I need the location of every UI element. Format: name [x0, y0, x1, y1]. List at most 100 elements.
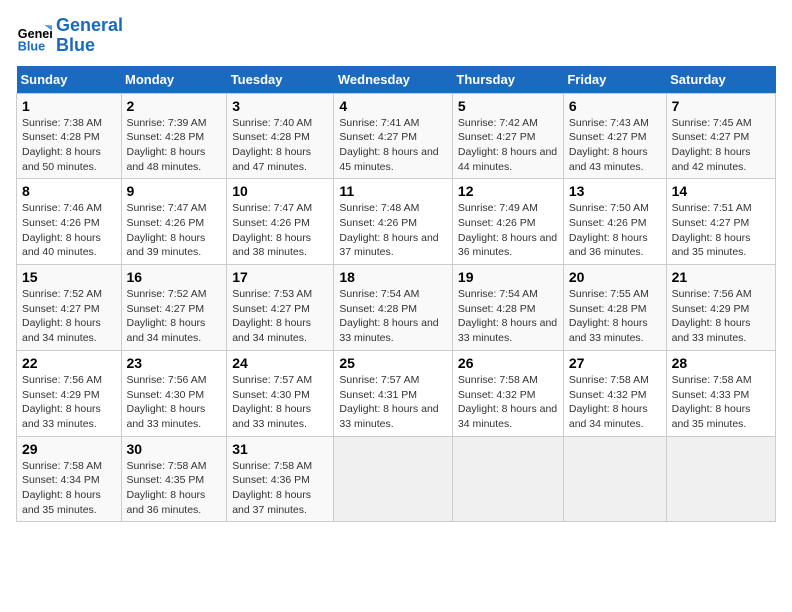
day-number: 24 [232, 355, 328, 371]
calendar-cell: 16 Sunrise: 7:52 AM Sunset: 4:27 PM Dayl… [121, 265, 227, 351]
day-info: Sunrise: 7:40 AM Sunset: 4:28 PM Dayligh… [232, 116, 328, 175]
day-number: 17 [232, 269, 328, 285]
col-header-saturday: Saturday [666, 66, 775, 94]
calendar-cell: 25 Sunrise: 7:57 AM Sunset: 4:31 PM Dayl… [334, 350, 453, 436]
day-info: Sunrise: 7:58 AM Sunset: 4:33 PM Dayligh… [672, 373, 770, 432]
day-info: Sunrise: 7:56 AM Sunset: 4:30 PM Dayligh… [127, 373, 222, 432]
day-info: Sunrise: 7:52 AM Sunset: 4:27 PM Dayligh… [127, 287, 222, 346]
day-number: 7 [672, 98, 770, 114]
day-number: 1 [22, 98, 116, 114]
calendar-cell: 8 Sunrise: 7:46 AM Sunset: 4:26 PM Dayli… [17, 179, 122, 265]
col-header-tuesday: Tuesday [227, 66, 334, 94]
col-header-sunday: Sunday [17, 66, 122, 94]
day-info: Sunrise: 7:55 AM Sunset: 4:28 PM Dayligh… [569, 287, 661, 346]
day-number: 11 [339, 183, 447, 199]
calendar-cell: 30 Sunrise: 7:58 AM Sunset: 4:35 PM Dayl… [121, 436, 227, 522]
day-info: Sunrise: 7:42 AM Sunset: 4:27 PM Dayligh… [458, 116, 558, 175]
calendar-cell: 27 Sunrise: 7:58 AM Sunset: 4:32 PM Dayl… [563, 350, 666, 436]
day-info: Sunrise: 7:58 AM Sunset: 4:32 PM Dayligh… [458, 373, 558, 432]
calendar-cell: 13 Sunrise: 7:50 AM Sunset: 4:26 PM Dayl… [563, 179, 666, 265]
logo-text: GeneralBlue [56, 16, 123, 56]
calendar-cell: 2 Sunrise: 7:39 AM Sunset: 4:28 PM Dayli… [121, 93, 227, 179]
calendar-cell: 31 Sunrise: 7:58 AM Sunset: 4:36 PM Dayl… [227, 436, 334, 522]
calendar-cell: 19 Sunrise: 7:54 AM Sunset: 4:28 PM Dayl… [452, 265, 563, 351]
day-number: 25 [339, 355, 447, 371]
calendar-cell: 12 Sunrise: 7:49 AM Sunset: 4:26 PM Dayl… [452, 179, 563, 265]
day-number: 6 [569, 98, 661, 114]
week-row: 29 Sunrise: 7:58 AM Sunset: 4:34 PM Dayl… [17, 436, 776, 522]
week-row: 22 Sunrise: 7:56 AM Sunset: 4:29 PM Dayl… [17, 350, 776, 436]
calendar-cell: 29 Sunrise: 7:58 AM Sunset: 4:34 PM Dayl… [17, 436, 122, 522]
day-number: 9 [127, 183, 222, 199]
day-info: Sunrise: 7:45 AM Sunset: 4:27 PM Dayligh… [672, 116, 770, 175]
calendar-cell: 14 Sunrise: 7:51 AM Sunset: 4:27 PM Dayl… [666, 179, 775, 265]
day-info: Sunrise: 7:56 AM Sunset: 4:29 PM Dayligh… [672, 287, 770, 346]
day-number: 22 [22, 355, 116, 371]
day-info: Sunrise: 7:58 AM Sunset: 4:35 PM Dayligh… [127, 459, 222, 518]
col-header-wednesday: Wednesday [334, 66, 453, 94]
day-info: Sunrise: 7:57 AM Sunset: 4:31 PM Dayligh… [339, 373, 447, 432]
day-info: Sunrise: 7:50 AM Sunset: 4:26 PM Dayligh… [569, 201, 661, 260]
day-number: 28 [672, 355, 770, 371]
calendar-cell [666, 436, 775, 522]
day-info: Sunrise: 7:53 AM Sunset: 4:27 PM Dayligh… [232, 287, 328, 346]
calendar-cell: 7 Sunrise: 7:45 AM Sunset: 4:27 PM Dayli… [666, 93, 775, 179]
day-info: Sunrise: 7:41 AM Sunset: 4:27 PM Dayligh… [339, 116, 447, 175]
day-number: 31 [232, 441, 328, 457]
svg-text:Blue: Blue [18, 39, 45, 53]
col-header-friday: Friday [563, 66, 666, 94]
calendar-cell: 1 Sunrise: 7:38 AM Sunset: 4:28 PM Dayli… [17, 93, 122, 179]
day-info: Sunrise: 7:58 AM Sunset: 4:32 PM Dayligh… [569, 373, 661, 432]
day-info: Sunrise: 7:48 AM Sunset: 4:26 PM Dayligh… [339, 201, 447, 260]
day-number: 23 [127, 355, 222, 371]
day-number: 8 [22, 183, 116, 199]
calendar-cell: 17 Sunrise: 7:53 AM Sunset: 4:27 PM Dayl… [227, 265, 334, 351]
day-info: Sunrise: 7:58 AM Sunset: 4:34 PM Dayligh… [22, 459, 116, 518]
day-number: 18 [339, 269, 447, 285]
col-header-thursday: Thursday [452, 66, 563, 94]
week-row: 1 Sunrise: 7:38 AM Sunset: 4:28 PM Dayli… [17, 93, 776, 179]
day-info: Sunrise: 7:39 AM Sunset: 4:28 PM Dayligh… [127, 116, 222, 175]
day-info: Sunrise: 7:54 AM Sunset: 4:28 PM Dayligh… [339, 287, 447, 346]
day-info: Sunrise: 7:46 AM Sunset: 4:26 PM Dayligh… [22, 201, 116, 260]
day-info: Sunrise: 7:52 AM Sunset: 4:27 PM Dayligh… [22, 287, 116, 346]
day-number: 27 [569, 355, 661, 371]
calendar-cell [563, 436, 666, 522]
calendar-cell: 23 Sunrise: 7:56 AM Sunset: 4:30 PM Dayl… [121, 350, 227, 436]
logo-icon: General Blue [16, 18, 52, 54]
day-number: 30 [127, 441, 222, 457]
day-number: 5 [458, 98, 558, 114]
day-number: 2 [127, 98, 222, 114]
week-row: 8 Sunrise: 7:46 AM Sunset: 4:26 PM Dayli… [17, 179, 776, 265]
logo: General Blue GeneralBlue [16, 16, 123, 56]
calendar-cell: 4 Sunrise: 7:41 AM Sunset: 4:27 PM Dayli… [334, 93, 453, 179]
calendar-cell: 21 Sunrise: 7:56 AM Sunset: 4:29 PM Dayl… [666, 265, 775, 351]
day-number: 3 [232, 98, 328, 114]
day-number: 16 [127, 269, 222, 285]
day-info: Sunrise: 7:43 AM Sunset: 4:27 PM Dayligh… [569, 116, 661, 175]
day-number: 26 [458, 355, 558, 371]
day-number: 21 [672, 269, 770, 285]
day-number: 14 [672, 183, 770, 199]
week-row: 15 Sunrise: 7:52 AM Sunset: 4:27 PM Dayl… [17, 265, 776, 351]
calendar-cell: 9 Sunrise: 7:47 AM Sunset: 4:26 PM Dayli… [121, 179, 227, 265]
calendar-cell: 5 Sunrise: 7:42 AM Sunset: 4:27 PM Dayli… [452, 93, 563, 179]
calendar-cell: 26 Sunrise: 7:58 AM Sunset: 4:32 PM Dayl… [452, 350, 563, 436]
day-info: Sunrise: 7:54 AM Sunset: 4:28 PM Dayligh… [458, 287, 558, 346]
calendar-cell: 10 Sunrise: 7:47 AM Sunset: 4:26 PM Dayl… [227, 179, 334, 265]
calendar-cell: 3 Sunrise: 7:40 AM Sunset: 4:28 PM Dayli… [227, 93, 334, 179]
calendar-cell: 18 Sunrise: 7:54 AM Sunset: 4:28 PM Dayl… [334, 265, 453, 351]
day-info: Sunrise: 7:49 AM Sunset: 4:26 PM Dayligh… [458, 201, 558, 260]
day-number: 15 [22, 269, 116, 285]
day-number: 13 [569, 183, 661, 199]
calendar-cell: 11 Sunrise: 7:48 AM Sunset: 4:26 PM Dayl… [334, 179, 453, 265]
day-of-week-header: SundayMondayTuesdayWednesdayThursdayFrid… [17, 66, 776, 94]
calendar-cell: 24 Sunrise: 7:57 AM Sunset: 4:30 PM Dayl… [227, 350, 334, 436]
col-header-monday: Monday [121, 66, 227, 94]
day-number: 12 [458, 183, 558, 199]
day-info: Sunrise: 7:57 AM Sunset: 4:30 PM Dayligh… [232, 373, 328, 432]
day-info: Sunrise: 7:47 AM Sunset: 4:26 PM Dayligh… [232, 201, 328, 260]
day-number: 20 [569, 269, 661, 285]
day-number: 4 [339, 98, 447, 114]
day-info: Sunrise: 7:56 AM Sunset: 4:29 PM Dayligh… [22, 373, 116, 432]
